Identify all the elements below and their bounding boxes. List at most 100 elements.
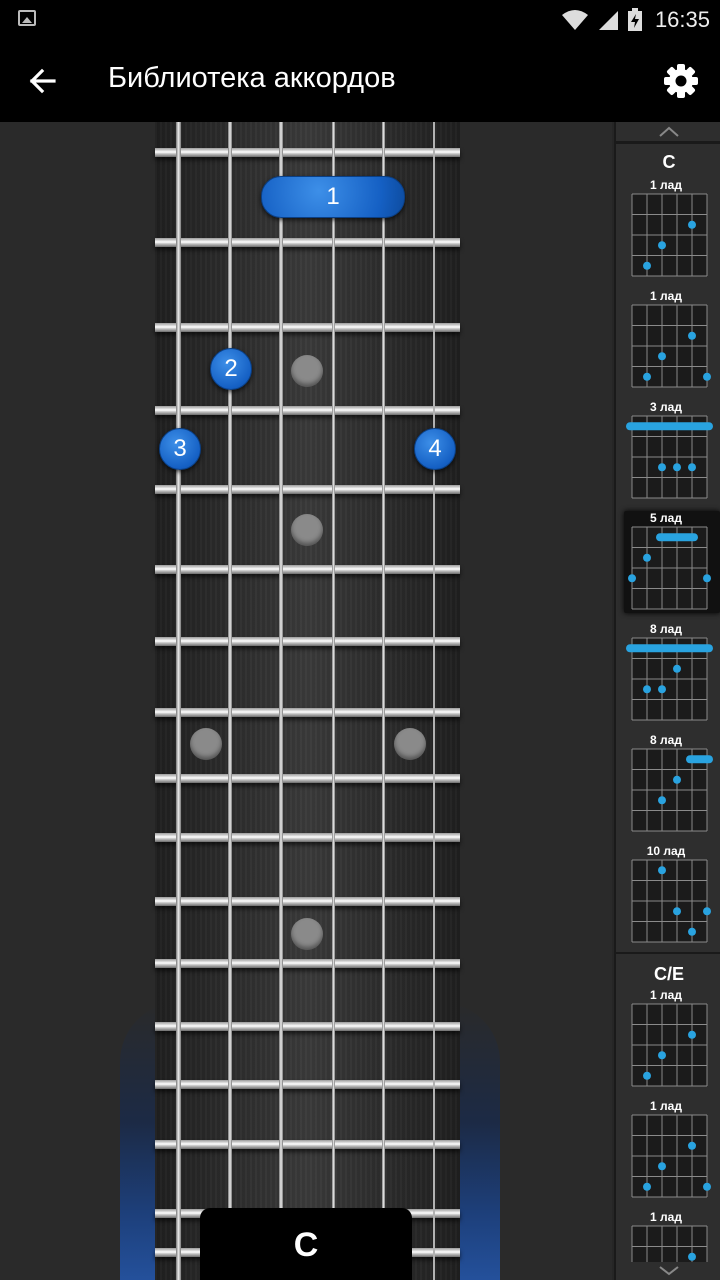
fret-wire xyxy=(155,637,460,646)
chord-diagram-grid xyxy=(626,415,713,499)
chord-name: C xyxy=(293,1226,319,1264)
finger-marker[interactable]: 2 xyxy=(210,348,252,390)
finger-marker[interactable]: 3 xyxy=(159,428,201,470)
chord-diagram[interactable]: 10 лад xyxy=(624,844,720,946)
fret-wire xyxy=(155,833,460,842)
finger-dot xyxy=(658,685,666,694)
fretboard xyxy=(155,122,460,1280)
finger-dot xyxy=(688,927,696,936)
finger-dot xyxy=(643,685,651,694)
back-button[interactable] xyxy=(22,60,64,102)
chord-diagram[interactable]: 3 лад xyxy=(624,400,720,502)
guitar-string xyxy=(331,122,335,1280)
chord-diagram[interactable]: 1 лад xyxy=(624,178,720,280)
fret-inlay xyxy=(291,918,323,950)
signal-icon xyxy=(598,11,618,30)
guitar-string xyxy=(279,122,283,1280)
barre-marker xyxy=(626,644,713,653)
fret-inlay xyxy=(394,728,426,760)
finger-dot xyxy=(673,775,681,784)
clock: 16:35 xyxy=(654,7,710,32)
finger-dot xyxy=(643,1182,651,1191)
chord-diagram-grid xyxy=(631,193,708,277)
fret-wire xyxy=(155,1022,460,1031)
finger-dot xyxy=(643,372,651,381)
fret-inlay xyxy=(291,355,323,387)
chord-diagram[interactable]: 1 лад xyxy=(624,289,720,391)
finger-dot xyxy=(658,1162,666,1171)
finger-dot xyxy=(703,574,711,583)
diagram-fret-label: 1 лад xyxy=(650,1210,682,1224)
chord-group-header: C xyxy=(662,152,676,172)
chord-diagram[interactable]: 8 лад xyxy=(624,622,720,724)
finger-dot xyxy=(658,1051,666,1060)
finger-marker[interactable]: 4 xyxy=(414,428,456,470)
diagram-fret-label: 1 лад xyxy=(650,289,682,303)
guitar-string xyxy=(433,122,435,1280)
fret-wire xyxy=(155,238,460,247)
fret-wire xyxy=(155,323,460,332)
page-title: Библиотека аккордов xyxy=(108,62,396,94)
finger-dot xyxy=(688,1141,696,1150)
finger-dot xyxy=(673,463,681,472)
finger-dot xyxy=(643,261,651,270)
finger-dot xyxy=(688,463,696,472)
fret-wire xyxy=(155,1140,460,1149)
chord-diagram-grid xyxy=(631,304,711,388)
fretboard-view[interactable]: 1 2 3 4 C xyxy=(0,122,612,1280)
status-bar: 16:35 xyxy=(0,0,720,40)
finger-dot xyxy=(703,372,711,381)
chord-diagram-selected[interactable]: 5 лад xyxy=(624,511,720,613)
diagram-fret-label: 8 лад xyxy=(650,733,682,747)
chord-diagram-grid xyxy=(631,1114,711,1198)
chord-name-panel: C xyxy=(200,1208,412,1280)
chord-diagram-grid xyxy=(628,526,711,610)
finger-marker-barre[interactable]: 1 xyxy=(261,176,405,218)
diagram-fret-label: 10 лад xyxy=(646,844,686,858)
diagram-fret-label: 1 лад xyxy=(650,988,682,1002)
fret-wire xyxy=(155,1080,460,1089)
barre-marker xyxy=(686,755,713,764)
guitar-string xyxy=(175,122,181,1280)
finger-dot xyxy=(703,907,711,916)
fret-wire xyxy=(155,485,460,494)
scroll-up-button[interactable] xyxy=(616,122,720,142)
finger-dot xyxy=(688,1252,696,1261)
image-notification-icon xyxy=(18,10,36,26)
settings-button[interactable] xyxy=(660,60,702,102)
group-divider xyxy=(616,142,720,144)
finger-dot xyxy=(688,1030,696,1039)
finger-dot xyxy=(643,1071,651,1080)
chord-diagram-grid xyxy=(631,748,713,832)
chord-diagram-grid xyxy=(626,637,713,721)
chord-diagram[interactable]: 1 лад xyxy=(624,988,720,1090)
status-icons: 16:35 xyxy=(561,6,710,34)
chord-diagram[interactable]: 8 лад xyxy=(624,733,720,835)
app-bar: Библиотека аккордов xyxy=(0,40,720,122)
diagram-fret-label: 8 лад xyxy=(650,622,682,636)
finger-dot xyxy=(688,220,696,229)
finger-dot xyxy=(643,553,651,562)
fret-inlay xyxy=(291,514,323,546)
barre-marker xyxy=(656,533,698,542)
chord-diagram-grid xyxy=(631,1003,708,1087)
finger-dot xyxy=(658,241,666,250)
gear-icon xyxy=(664,64,698,98)
fret-wire xyxy=(155,774,460,783)
chord-variations-list[interactable]: C 1 лад 1 лад 3 лад 5 лад 8 лад 8 лад 10… xyxy=(614,122,720,1280)
finger-dot xyxy=(658,352,666,361)
guitar-string xyxy=(228,122,232,1280)
chord-diagram-grid xyxy=(631,859,711,943)
finger-dot xyxy=(658,866,666,875)
group-divider xyxy=(616,952,720,954)
chord-diagram[interactable]: 1 лад xyxy=(624,1099,720,1201)
finger-dot xyxy=(628,574,636,583)
finger-dot xyxy=(658,463,666,472)
finger-dot xyxy=(688,331,696,340)
finger-dot xyxy=(673,907,681,916)
diagram-fret-label: 1 лад xyxy=(650,1099,682,1113)
fret-wire xyxy=(155,565,460,574)
chevron-down-icon[interactable] xyxy=(616,1262,720,1280)
chevron-up-icon xyxy=(616,126,720,142)
fret-wire xyxy=(155,148,460,157)
